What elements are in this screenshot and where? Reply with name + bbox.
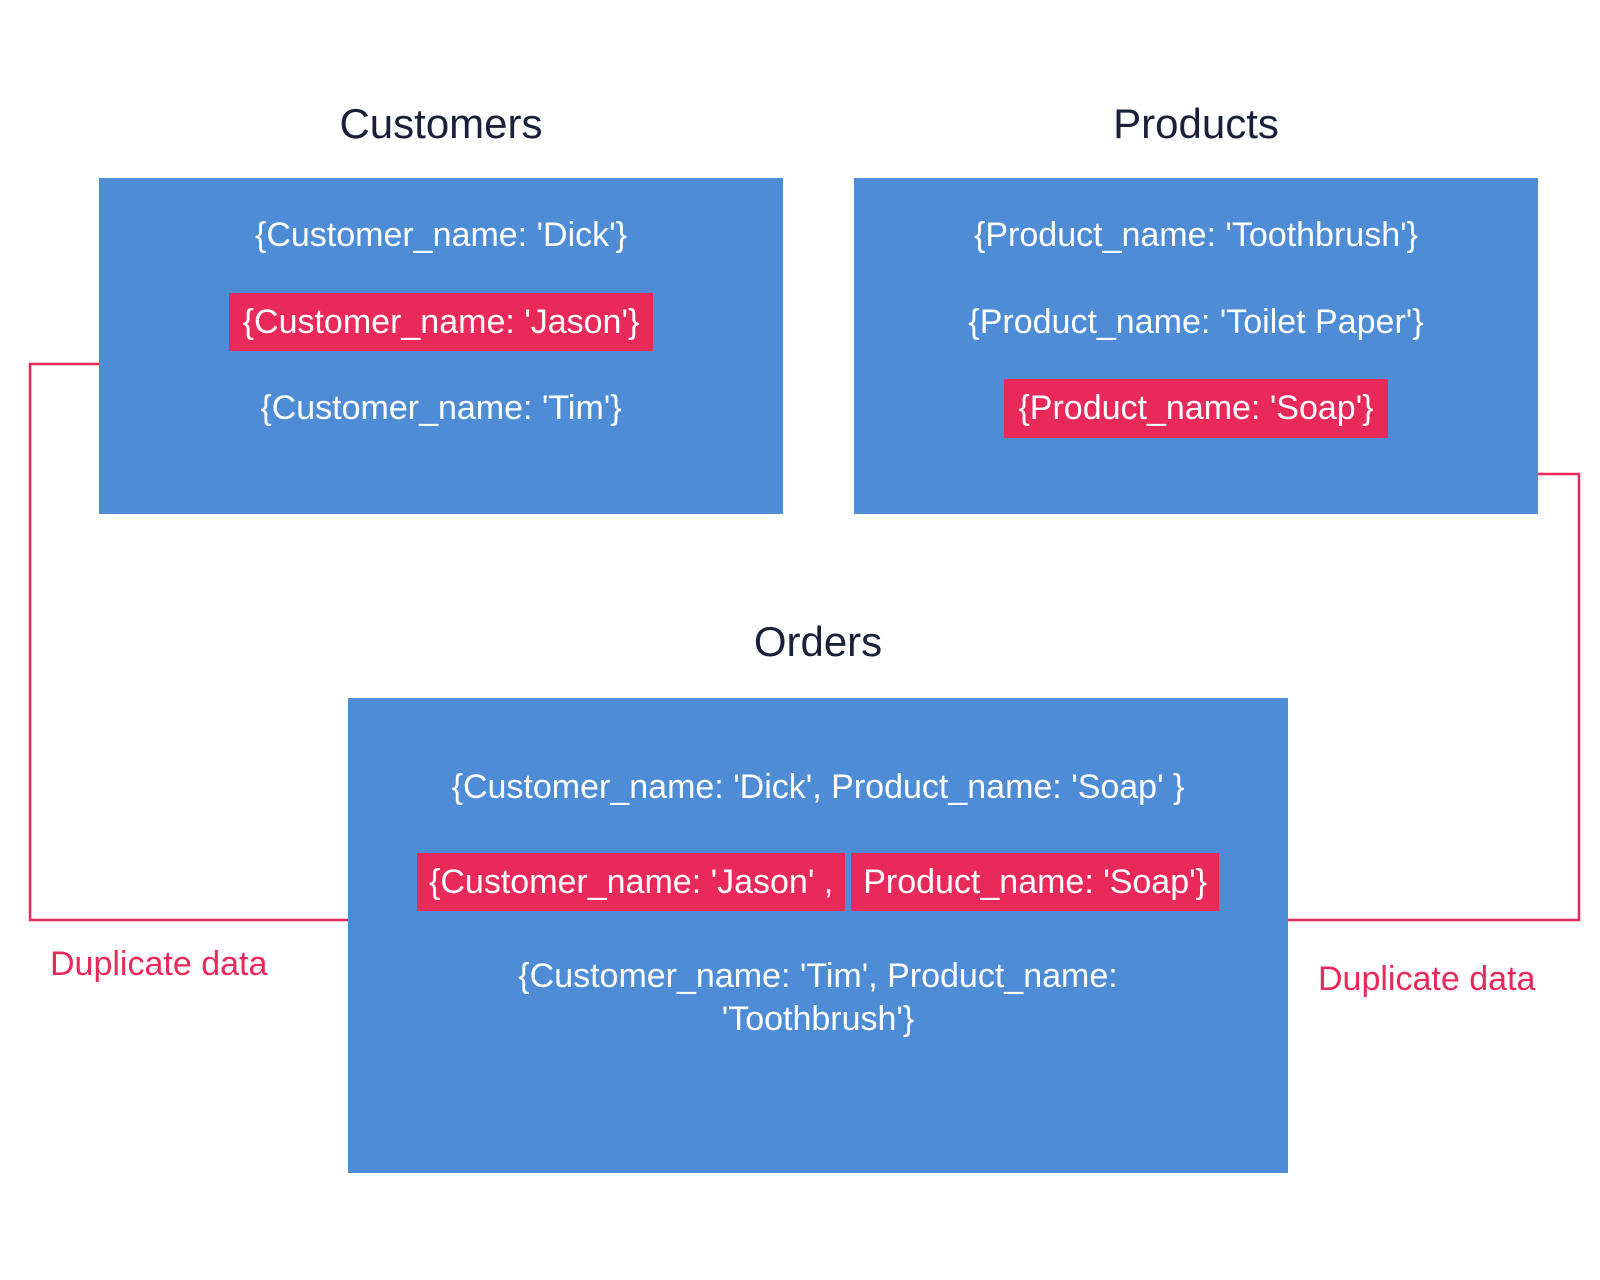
orders-row-2: {Customer_name: 'Tim', Product_name: 'To… [368, 947, 1268, 1048]
products-row-2: {Product_name: 'Soap'} [1004, 379, 1387, 438]
orders-title: Orders [348, 618, 1288, 666]
diagram-canvas: Customers {Customer_name: 'Dick'} {Custo… [0, 0, 1600, 1280]
orders-row-1-left: {Customer_name: 'Jason' , [417, 853, 845, 912]
orders-row-1: {Customer_name: 'Jason' , Product_name: … [368, 853, 1268, 912]
customers-row-1-wrap: {Customer_name: 'Jason'} [119, 293, 763, 352]
customers-title: Customers [99, 100, 783, 148]
duplicate-label-right: Duplicate data [1318, 960, 1535, 999]
products-row-1-wrap: {Product_name: 'Toilet Paper'} [874, 293, 1518, 352]
customers-row-0-wrap: {Customer_name: 'Dick'} [119, 206, 763, 265]
customers-row-1: {Customer_name: 'Jason'} [229, 293, 654, 352]
orders-row-1-right: Product_name: 'Soap'} [851, 853, 1219, 912]
products-box: {Product_name: 'Toothbrush'} {Product_na… [854, 178, 1538, 514]
orders-row-0: {Customer_name: 'Dick', Product_name: 'S… [368, 758, 1268, 817]
products-row-2-wrap: {Product_name: 'Soap'} [874, 379, 1518, 438]
products-row-1: {Product_name: 'Toilet Paper'} [954, 293, 1437, 352]
products-title: Products [854, 100, 1538, 148]
products-row-0: {Product_name: 'Toothbrush'} [960, 206, 1432, 265]
customers-row-2: {Customer_name: 'Tim'} [246, 379, 635, 438]
orders-box: {Customer_name: 'Dick', Product_name: 'S… [348, 698, 1288, 1173]
customers-box: {Customer_name: 'Dick'} {Customer_name: … [99, 178, 783, 514]
customers-row-0: {Customer_name: 'Dick'} [241, 206, 641, 265]
customers-row-2-wrap: {Customer_name: 'Tim'} [119, 379, 763, 438]
duplicate-label-left: Duplicate data [50, 945, 267, 984]
orders-row-0-text: {Customer_name: 'Dick', Product_name: 'S… [440, 758, 1197, 817]
products-row-0-wrap: {Product_name: 'Toothbrush'} [874, 206, 1518, 265]
orders-row-2-text: {Customer_name: 'Tim', Product_name: 'To… [468, 947, 1168, 1048]
